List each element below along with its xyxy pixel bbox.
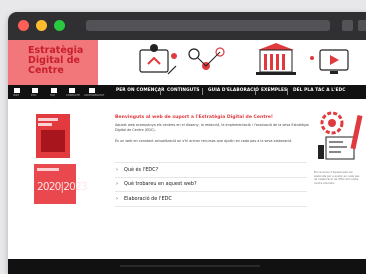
nav-icon-label-accessibility: ACCESSIBILITAT [84,94,105,97]
nav-item-exemples[interactable]: EXEMPLES [261,88,287,93]
nav-separator [255,88,256,95]
chevron-right-icon: › [116,196,118,202]
address-bar[interactable] [86,20,330,31]
nav-item-continguts[interactable]: CONTINGUTS [167,88,200,93]
cover-years: 2020|2023 [37,181,88,193]
nav-icon-label-edc: EDC [31,94,37,97]
link-icon[interactable] [89,88,95,93]
nav-separator [160,88,161,95]
maximize-window-button[interactable] [54,20,65,31]
cover-title-bar [38,118,58,121]
chevron-right-icon: › [116,167,118,173]
sidebar-note: Els recursos d'aquest web són elaborats … [314,171,360,185]
minimize-window-button[interactable] [36,20,47,31]
close-window-button[interactable] [18,20,29,31]
cover-image [41,130,65,152]
toolbar-menu-button[interactable] [358,20,366,31]
mail-icon[interactable] [69,88,75,93]
site-logo-text: Estratègia Digital de Centre [28,45,84,76]
accordion-label: Què trobareu en aquest web? [124,181,197,187]
nav-separator [202,88,203,95]
nav-icon-label-contact: CONTACTE [66,94,80,97]
tools-illustration [318,111,363,160]
accordion-label: Què és l'EDC? [124,167,159,173]
cover-subtitle-bar [38,123,52,126]
cover-title-bar [37,168,59,171]
nav-icon-links: INICI EDC FAQ CONTACTE ACCESSIBILITAT [8,85,106,99]
site-footer [8,259,366,274]
nav-icon-label-home: INICI [13,94,20,97]
site-logo[interactable]: Estratègia Digital de Centre [8,40,98,85]
intro-paragraph-2: És un web en constant actualització on s… [115,139,293,143]
home-icon[interactable] [14,88,20,93]
browser-window: Estratègia Digital de Centre INICI EDC F… [8,12,366,274]
banner-illustration [98,40,366,85]
nav-item-guia-elaboracio[interactable]: GUIA D'ELABORACIÓ [208,88,259,93]
accordion-label: Elaboració de l'EDC [124,196,172,202]
accordion-item-que-es-edc[interactable]: › Què és l'EDC? [115,162,307,178]
page-title: Benvinguts al web de suport a l'Estratèg… [115,115,273,120]
main-content: 2020|2023 Benvinguts al web de suport a … [8,99,366,259]
nav-separator [287,88,288,95]
document-icon[interactable] [32,88,38,93]
nav-item-pla-tac-edc[interactable]: DEL PLA TAC A L'EDC [293,88,345,93]
intro-paragraph: Aquest web acompanya els centres en el d… [115,123,309,132]
chevron-right-icon: › [116,181,118,187]
grid-icon[interactable] [51,88,57,93]
plan-cover[interactable]: 2020|2023 [34,164,88,204]
footer-text-bar [120,265,260,267]
main-nav: INICI EDC FAQ CONTACTE ACCESSIBILITAT PE… [8,85,366,99]
browser-titlebar [8,12,366,40]
nav-icon-label-faq: FAQ [50,94,56,97]
publication-cover[interactable] [36,114,70,158]
site-banner: Estratègia Digital de Centre [8,40,366,85]
accordion-item-que-trobareu[interactable]: › Què trobareu en aquest web? [115,177,307,192]
nav-item-per-on-comencar[interactable]: PER ON COMENÇAR [116,88,165,93]
accordion-item-elaboracio[interactable]: › Elaboració de l'EDC [115,192,307,207]
toolbar-button[interactable] [342,20,353,31]
